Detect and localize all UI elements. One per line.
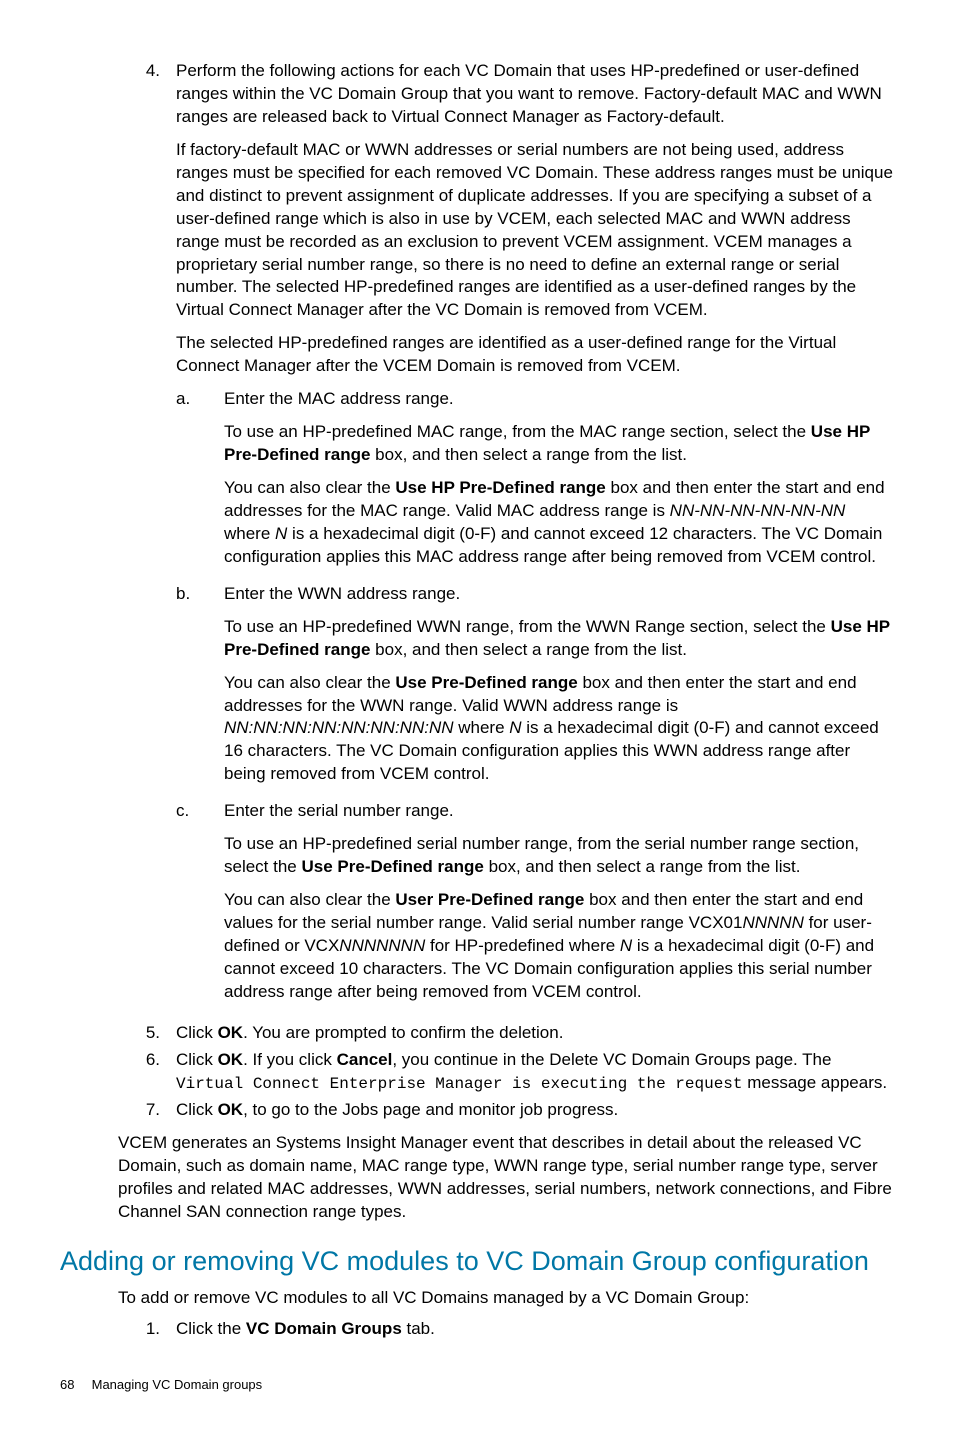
text: box, and then select a range from the li…: [370, 640, 687, 659]
italic-text: N: [620, 936, 632, 955]
text: box, and then select a range from the li…: [484, 857, 801, 876]
paragraph: You can also clear the Use HP Pre-Define…: [224, 477, 894, 569]
sub-letter: b.: [176, 583, 224, 797]
ordered-list: 4. Perform the following actions for eac…: [118, 60, 894, 1122]
text: Click: [176, 1100, 218, 1119]
list-item-5: 5. Click OK. You are prompted to confirm…: [118, 1022, 894, 1045]
text: . If you click: [243, 1050, 337, 1069]
list-number: 7.: [118, 1099, 176, 1122]
conclusion-paragraph: VCEM generates an Systems Insight Manage…: [118, 1132, 894, 1224]
paragraph: Enter the serial number range.: [224, 800, 894, 823]
text: where: [454, 718, 510, 737]
text: box, and then select a range from the li…: [370, 445, 687, 464]
footer-title: Managing VC Domain groups: [92, 1377, 263, 1392]
mono-text: Virtual Connect Enterprise Manager is ex…: [176, 1075, 743, 1093]
page-number: 68: [60, 1377, 88, 1392]
italic-text: NN:NN:NN:NN:NN:NN:NN:NN: [224, 718, 454, 737]
sub-body: Enter the serial number range. To use an…: [224, 800, 894, 1014]
list-item-7: 7. Click OK, to go to the Jobs page and …: [118, 1099, 894, 1122]
bold-text: Use HP Pre-Defined range: [395, 478, 605, 497]
bold-text: User Pre-Defined range: [395, 890, 584, 909]
bold-text: OK: [218, 1100, 244, 1119]
paragraph: Perform the following actions for each V…: [176, 60, 894, 129]
text: You can also clear the: [224, 890, 395, 909]
text: You can also clear the: [224, 673, 395, 692]
text: , to go to the Jobs page and monitor job…: [243, 1100, 618, 1119]
text: To use an HP-predefined MAC range, from …: [224, 422, 811, 441]
italic-text: N: [275, 524, 287, 543]
text: . You are prompted to confirm the deleti…: [243, 1023, 563, 1042]
bold-text: OK: [218, 1023, 244, 1042]
text: is a hexadecimal digit (0-F) and cannot …: [224, 524, 882, 566]
list-item-4: 4. Perform the following actions for eac…: [118, 60, 894, 1018]
sub-item-c: c. Enter the serial number range. To use…: [176, 800, 894, 1014]
text: message appears.: [743, 1073, 888, 1092]
list-body: Click OK. If you click Cancel, you conti…: [176, 1049, 894, 1096]
paragraph: To use an HP-predefined serial number ra…: [224, 833, 894, 879]
paragraph: You can also clear the User Pre-Defined …: [224, 889, 894, 1004]
text: where: [224, 524, 275, 543]
list-body: Click OK, to go to the Jobs page and mon…: [176, 1099, 894, 1122]
paragraph: Enter the WWN address range.: [224, 583, 894, 606]
paragraph: To use an HP-predefined WWN range, from …: [224, 616, 894, 662]
sub-item-a: a. Enter the MAC address range. To use a…: [176, 388, 894, 579]
list-body: Perform the following actions for each V…: [176, 60, 894, 1018]
list-item-6: 6. Click OK. If you click Cancel, you co…: [118, 1049, 894, 1096]
paragraph: You can also clear the Use Pre-Defined r…: [224, 672, 894, 787]
sub-body: Enter the WWN address range. To use an H…: [224, 583, 894, 797]
sub-letter: c.: [176, 800, 224, 1014]
paragraph: The selected HP-predefined ranges are id…: [176, 332, 894, 378]
text: To use an HP-predefined WWN range, from …: [224, 617, 831, 636]
list-body: Click OK. You are prompted to confirm th…: [176, 1022, 894, 1045]
bold-text: Cancel: [337, 1050, 393, 1069]
bold-text: OK: [218, 1050, 244, 1069]
document-page: 4. Perform the following actions for eac…: [0, 0, 954, 1432]
italic-text: NNNNNNN: [339, 936, 425, 955]
section-intro: To add or remove VC modules to all VC Do…: [118, 1287, 894, 1310]
bold-text: Use Pre-Defined range: [395, 673, 577, 692]
text: Click: [176, 1023, 218, 1042]
list-body: Click the VC Domain Groups tab.: [176, 1318, 894, 1341]
text: Click: [176, 1050, 218, 1069]
list-item-1: 1. Click the VC Domain Groups tab.: [118, 1318, 894, 1341]
list-number: 6.: [118, 1049, 176, 1096]
ordered-list-2: 1. Click the VC Domain Groups tab.: [118, 1318, 894, 1341]
italic-text: NN-NN-NN-NN-NN-NN: [670, 501, 846, 520]
list-number: 4.: [118, 60, 176, 1018]
paragraph: Enter the MAC address range.: [224, 388, 894, 411]
text: for HP-predefined where: [425, 936, 620, 955]
list-number: 5.: [118, 1022, 176, 1045]
bold-text: VC Domain Groups: [246, 1319, 402, 1338]
italic-text: N: [509, 718, 521, 737]
section-heading: Adding or removing VC modules to VC Doma…: [60, 1246, 894, 1277]
text: You can also clear the: [224, 478, 395, 497]
paragraph: To use an HP-predefined MAC range, from …: [224, 421, 894, 467]
paragraph: If factory-default MAC or WWN addresses …: [176, 139, 894, 323]
text: , you continue in the Delete VC Domain G…: [392, 1050, 831, 1069]
sub-item-b: b. Enter the WWN address range. To use a…: [176, 583, 894, 797]
text: tab.: [402, 1319, 435, 1338]
page-footer: 68 Managing VC Domain groups: [60, 1377, 894, 1392]
bold-text: Use Pre-Defined range: [302, 857, 484, 876]
sub-body: Enter the MAC address range. To use an H…: [224, 388, 894, 579]
italic-text: NNNNN: [742, 913, 803, 932]
sub-letter: a.: [176, 388, 224, 579]
text: Click the: [176, 1319, 246, 1338]
list-number: 1.: [118, 1318, 176, 1341]
